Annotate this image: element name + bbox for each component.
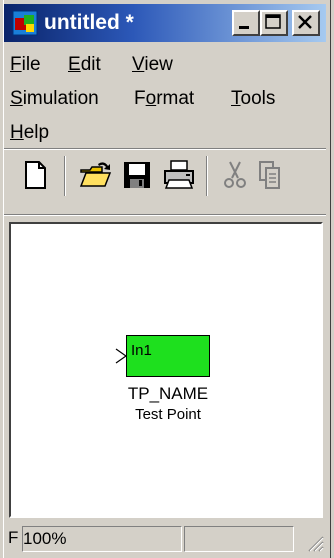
menu-row-2: Simulation Format Tools bbox=[4, 82, 326, 116]
toolbar-separator-2 bbox=[206, 156, 208, 196]
menu-edit-label: Edit bbox=[68, 54, 101, 75]
resize-grip-icon[interactable] bbox=[304, 532, 324, 552]
minimize-button[interactable] bbox=[232, 10, 260, 36]
menu-row-3: Help bbox=[4, 116, 326, 150]
menu-tools[interactable]: Tools bbox=[231, 86, 275, 112]
toolbar bbox=[4, 150, 326, 210]
zoom-level: 100% bbox=[22, 526, 182, 552]
menu-help[interactable]: Help bbox=[10, 120, 49, 146]
menu-format[interactable]: Format bbox=[134, 86, 194, 112]
close-icon bbox=[298, 15, 312, 29]
window-title: untitled * bbox=[44, 11, 134, 34]
simulink-app-icon[interactable] bbox=[12, 10, 38, 36]
model-canvas[interactable]: In1 TP_NAME Test Point bbox=[9, 222, 323, 518]
menu-simulation-label: Simulation bbox=[10, 88, 99, 109]
block-name-label[interactable]: TP_NAME bbox=[71, 384, 265, 404]
toolbar-separator bbox=[64, 156, 66, 196]
minimize-icon bbox=[239, 26, 249, 29]
block-description-label: Test Point bbox=[135, 406, 201, 423]
title-bar[interactable]: untitled * bbox=[4, 4, 326, 42]
open-icon[interactable] bbox=[78, 158, 112, 192]
menu-simulation[interactable]: Simulation bbox=[10, 86, 99, 112]
test-point-block[interactable]: In1 bbox=[126, 335, 210, 377]
maximize-button[interactable] bbox=[260, 10, 288, 36]
new-icon[interactable] bbox=[18, 158, 52, 192]
menu-view[interactable]: View bbox=[132, 52, 173, 78]
menu-edit[interactable]: Edit bbox=[68, 52, 101, 78]
menu-file[interactable]: File bbox=[10, 52, 41, 78]
menu-file-label: File bbox=[10, 54, 41, 75]
menu-view-label: View bbox=[132, 54, 173, 75]
status-cell-empty bbox=[184, 526, 294, 552]
block-port-label: In1 bbox=[131, 342, 152, 359]
menu-bar: File Edit View Simulation Format Tools H… bbox=[4, 48, 326, 150]
save-icon[interactable] bbox=[120, 158, 154, 192]
toolbar-canvas-divider bbox=[4, 214, 326, 216]
menu-format-label: Format bbox=[134, 88, 195, 109]
cut-icon[interactable] bbox=[218, 158, 252, 192]
print-icon[interactable] bbox=[162, 158, 196, 192]
maximize-icon bbox=[265, 14, 281, 29]
menu-row-1: File Edit View bbox=[4, 48, 326, 82]
copy-icon[interactable] bbox=[256, 158, 290, 192]
close-button[interactable] bbox=[292, 10, 320, 36]
status-bar: F 100% bbox=[4, 524, 326, 554]
model-window: untitled * File Edit View Simulation For… bbox=[0, 0, 334, 558]
menu-tools-label: Tools bbox=[231, 88, 276, 109]
menu-help-label: Help bbox=[10, 122, 50, 143]
